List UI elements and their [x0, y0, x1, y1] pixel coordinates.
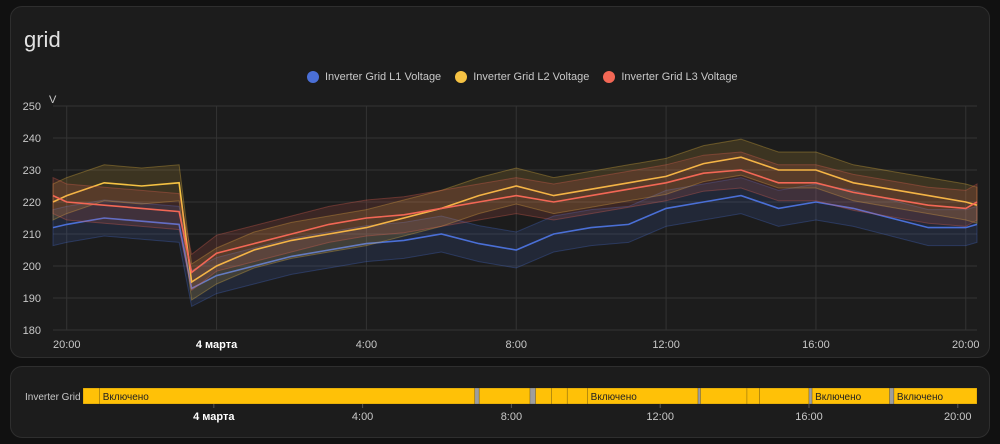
x-tick-label: 4:00	[356, 339, 377, 351]
y-tick-label: 200	[23, 261, 41, 273]
x-tick-label: 20:00	[952, 339, 980, 351]
y-tick-label: 190	[23, 293, 41, 305]
x-tick-label: 12:00	[652, 339, 680, 351]
y-tick-label: 220	[23, 197, 41, 209]
y-tick-label: 230	[23, 165, 41, 177]
timeline-segment	[529, 387, 536, 405]
y-tick-label: 180	[23, 325, 41, 337]
timeline-segment	[700, 387, 748, 405]
timeline-segment	[566, 387, 588, 405]
timeline-segment-label: Включено	[591, 392, 638, 403]
timeline-segment	[478, 387, 531, 405]
x-tick-label: 12:00	[646, 411, 674, 423]
y-axis-label: V	[49, 94, 57, 106]
x-tick-label: 4 марта	[193, 411, 235, 423]
timeline-card: Inverter Grid Включено Включено Включено Вк…	[10, 366, 990, 438]
timeline-segment	[746, 387, 760, 405]
y-tick-label: 210	[23, 229, 41, 241]
x-tick-label: 20:00	[944, 411, 972, 423]
history-graph-card: grid Inverter Grid L1 Voltage Inverter G…	[10, 6, 990, 358]
timeline-segment	[697, 387, 701, 405]
y-tick-label: 240	[23, 133, 41, 145]
timeline-segment-label: Включено	[815, 392, 862, 403]
timeline-segment	[551, 387, 568, 405]
timeline-segment	[535, 387, 552, 405]
timeline-segment-label: Включено	[103, 392, 150, 403]
timeline-chart[interactable]: Включено Включено Включено Включено 4 марта 4…	[11, 367, 989, 437]
x-tick-label: 8:00	[506, 339, 527, 351]
timeline-segment	[808, 387, 813, 405]
x-tick-label: 4:00	[352, 411, 373, 423]
timeline-segment	[99, 387, 476, 405]
timeline-segment	[889, 387, 895, 405]
x-tick-label: 16:00	[802, 339, 830, 351]
timeline-segment	[82, 387, 100, 405]
y-tick-label: 250	[23, 101, 41, 113]
timeline-segment-label: Включено	[897, 392, 944, 403]
x-tick-label: 20:00	[53, 339, 81, 351]
timeline-segment	[759, 387, 810, 405]
x-tick-label: 4 марта	[196, 339, 238, 351]
line-chart[interactable]: 180 190 200 210 220 230 240 250 V 20:00 4 марта 4:0…	[11, 7, 989, 357]
x-tick-label: 16:00	[795, 411, 823, 423]
x-tick-label: 8:00	[501, 411, 522, 423]
timeline-segment	[474, 387, 480, 405]
